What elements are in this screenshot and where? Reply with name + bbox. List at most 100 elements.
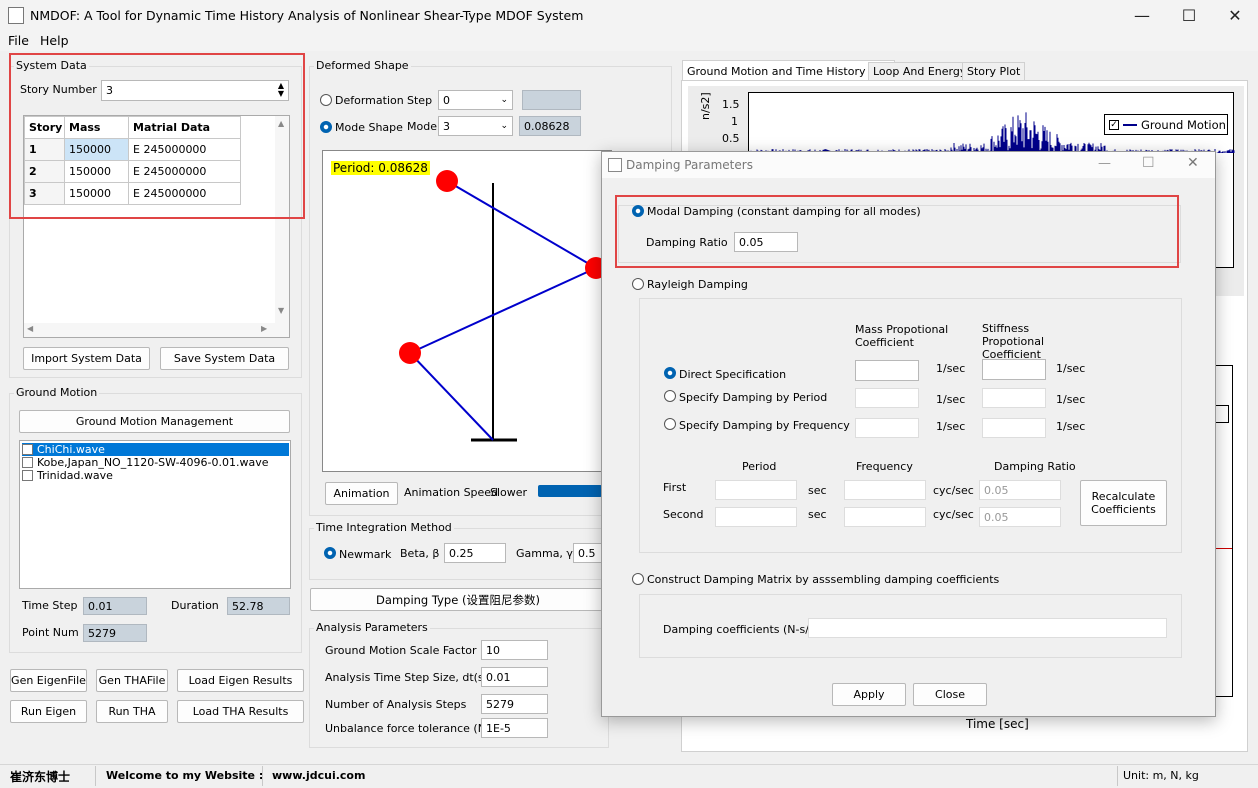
animation-speed-slider[interactable] (538, 485, 602, 497)
list-item-label: Kobe,Japan_NO_1120-SW-4096-0.01.wave (37, 456, 269, 469)
animation-button[interactable]: Animation (325, 482, 398, 505)
duration-label: Duration (171, 599, 219, 612)
checkbox[interactable] (22, 470, 33, 481)
website-link[interactable]: www.jdcui.com (272, 769, 365, 782)
stiffness-coefficient-field (982, 418, 1046, 438)
checkbox[interactable] (22, 457, 33, 468)
scroll-right-icon[interactable]: ▶ (261, 324, 267, 333)
first-frequency-field (844, 480, 926, 500)
param-label: Unbalance force tolerance (N) (325, 722, 491, 735)
minimize-icon[interactable]: — (1119, 0, 1165, 31)
list-item[interactable]: Kobe,Japan_NO_1120-SW-4096-0.01.wave (22, 456, 269, 469)
step-readout (522, 90, 581, 110)
unit-label: 1/sec (936, 393, 966, 406)
damping-by-frequency-radio[interactable] (664, 418, 676, 430)
run-eigen-button[interactable]: Run Eigen (10, 700, 87, 723)
menu-help[interactable]: Help (40, 33, 69, 48)
close-icon[interactable]: ✕ (1212, 0, 1258, 31)
mode-shape-line (409, 267, 597, 354)
gen-eigenfile-button[interactable]: Gen EigenFile (10, 669, 87, 692)
list-item[interactable]: ChiChi.wave (22, 443, 289, 456)
load-eigen-results-button[interactable]: Load Eigen Results (177, 669, 304, 692)
app-icon (8, 7, 24, 24)
dialog-minimize-icon[interactable]: — (1098, 156, 1111, 171)
apply-button[interactable]: Apply (832, 683, 906, 706)
maximize-icon[interactable]: ☐ (1166, 0, 1212, 31)
tab-loop-energy[interactable]: Loop And Energy (868, 62, 972, 81)
analysis-steps-input[interactable]: 5279 (481, 694, 548, 714)
list-item-label: Trinidad.wave (37, 469, 113, 482)
dialog-app-icon (608, 158, 622, 172)
time-step-size-input[interactable]: 0.01 (481, 667, 548, 687)
import-system-data-button[interactable]: Import System Data (23, 347, 150, 370)
second-frequency-field (844, 507, 926, 527)
tab-ground-motion[interactable]: Ground Motion and Time History Plot (682, 60, 895, 81)
close-button[interactable]: Close (913, 683, 987, 706)
deformation-radio[interactable] (320, 94, 332, 106)
scroll-down-icon[interactable]: ▼ (278, 306, 284, 315)
direct-specification-radio[interactable] (664, 367, 676, 379)
ground-motion-management-button[interactable]: Ground Motion Management (19, 410, 290, 433)
recalculate-coefficients-button[interactable]: Recalculate Coefficients (1080, 480, 1167, 526)
run-tha-button[interactable]: Run THA (96, 700, 168, 723)
gen-thafile-button[interactable]: Gen THAFile (96, 669, 168, 692)
unit-label: 1/sec (1056, 362, 1086, 375)
menu-file[interactable]: File (8, 33, 29, 48)
unit-label: sec (808, 508, 827, 521)
damping-by-frequency-label: Specify Damping by Frequency (679, 419, 850, 432)
story-node (399, 342, 421, 364)
tab-story-plot[interactable]: Story Plot (962, 62, 1026, 81)
chevron-down-icon[interactable]: ⌄ (500, 95, 508, 105)
point-num-field: 5279 (83, 624, 147, 642)
analysis-parameters-label: Analysis Parameters (314, 621, 430, 634)
first-period-field (715, 480, 797, 500)
rayleigh-damping-label: Rayleigh Damping (647, 278, 748, 291)
ground-motion-label: Ground Motion (14, 386, 100, 399)
step-select[interactable]: 0 ⌄ (438, 90, 513, 110)
deformation-label: Deformation (335, 94, 404, 107)
mode-select[interactable]: 3 ⌄ (438, 116, 513, 136)
mass-coefficient-field (855, 388, 919, 408)
mass-coefficient-input[interactable] (855, 360, 919, 381)
mode-value: 3 (443, 119, 450, 133)
unit-label: 1/sec (1056, 393, 1086, 406)
mass-coefficient-field (855, 418, 919, 438)
save-system-data-button[interactable]: Save System Data (160, 347, 289, 370)
damping-type-button[interactable]: Damping Type (设置阻尼参数) (310, 588, 606, 611)
first-label: First (663, 481, 687, 494)
damping-by-period-label: Specify Damping by Period (679, 391, 828, 404)
construct-damping-radio[interactable] (632, 573, 644, 585)
damping-by-period-radio[interactable] (664, 390, 676, 402)
scroll-left-icon[interactable]: ◀ (27, 324, 33, 333)
y-tick-label: 1 (731, 115, 738, 128)
time-step-field: 0.01 (83, 597, 147, 615)
mode-shape-radio[interactable] (320, 121, 332, 133)
load-tha-results-button[interactable]: Load THA Results (177, 700, 304, 723)
rayleigh-damping-radio[interactable] (632, 278, 644, 290)
list-item[interactable]: Trinidad.wave (22, 469, 113, 482)
stiffness-coefficient-input[interactable] (982, 359, 1046, 380)
legend-check-icon[interactable]: ✓ (1109, 119, 1119, 130)
gamma-label: Gamma, γ (516, 547, 573, 560)
step-label: Step (407, 94, 433, 107)
unit-label: cyc/sec (933, 508, 974, 521)
mode-shape-line (446, 180, 597, 269)
tolerance-input[interactable]: 1E-5 (481, 718, 548, 738)
scale-factor-input[interactable]: 10 (481, 640, 548, 660)
horizontal-scrollbar[interactable]: ◀ ▶ (24, 323, 276, 337)
dialog-close-icon[interactable]: ✕ (1187, 155, 1199, 171)
plot-legend: ✓ Ground Motion (1104, 114, 1228, 135)
point-num-label: Point Num (22, 626, 79, 639)
newmark-radio[interactable] (324, 547, 336, 559)
dialog-maximize-icon[interactable]: ☐ (1142, 155, 1155, 171)
chevron-down-icon[interactable]: ⌄ (500, 121, 508, 131)
checkbox[interactable] (22, 444, 33, 455)
status-divider (95, 766, 96, 786)
damping-coefficients-field (808, 618, 1167, 638)
period-header: Period (742, 460, 777, 473)
param-label: Number of Analysis Steps (325, 698, 467, 711)
mode-shape-drawing (399, 170, 607, 442)
y-tick-label: 1.5 (722, 98, 740, 111)
first-ratio-field: 0.05 (979, 480, 1061, 500)
beta-input[interactable]: 0.25 (444, 543, 506, 563)
